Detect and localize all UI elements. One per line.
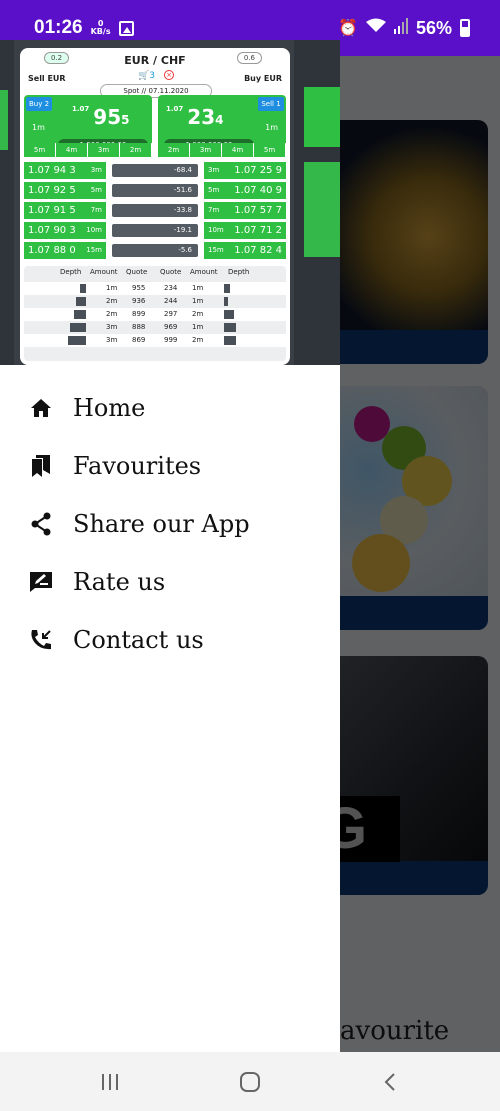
network-speed: 0 KB/s — [90, 19, 111, 36]
signal-icon — [393, 17, 408, 39]
alarm-icon: ⏰ — [338, 20, 358, 37]
cart-icon: 🛒3 — [138, 71, 155, 81]
depth-row: 2m 899 297 2m — [24, 308, 286, 321]
menu-item-label: Share our App — [73, 510, 250, 538]
drawer-menu: Home Favourites Share our App Rate us Co… — [0, 365, 340, 669]
right-spread-pill: 0.6 — [236, 52, 262, 64]
gallery-icon — [118, 20, 134, 36]
menu-item-rate[interactable]: Rate us — [0, 553, 340, 611]
trading-panel-preview: 0.2 EUR / CHF 0.6 Sell EUR 🛒3 × Buy EUR … — [20, 48, 290, 365]
system-nav-bar — [0, 1052, 500, 1111]
menu-item-label: Home — [73, 394, 146, 422]
bookmarks-icon — [28, 453, 54, 479]
battery-icon — [460, 19, 470, 37]
menu-item-label: Contact us — [73, 626, 204, 654]
market-depth-table: Depth Amount Quote Quote Amount Depth 1m… — [24, 266, 286, 361]
menu-item-share[interactable]: Share our App — [0, 495, 340, 553]
sell-tenor-row: 2m 3m 4m 5m — [158, 143, 286, 157]
buy-tenor: 1m — [32, 123, 45, 132]
menu-item-contact[interactable]: Contact us — [0, 611, 340, 669]
sell-tag: Sell 1 — [258, 97, 284, 111]
sell-label: Sell EUR — [28, 74, 66, 83]
home-nav-button[interactable] — [230, 1064, 270, 1100]
phone-callback-icon — [28, 627, 54, 653]
sell-tenor: 1m — [265, 123, 278, 132]
ladder-row: 1.07 88 0 15m -5.6 15m 1.07 82 4 — [24, 242, 286, 260]
battery-percent: 56% — [415, 17, 452, 38]
home-circle-icon — [240, 1072, 260, 1092]
back-button[interactable] — [370, 1064, 410, 1100]
share-icon — [28, 511, 54, 537]
depth-row: 1m 955 234 1m — [24, 282, 286, 295]
depth-header: Depth Amount Quote Quote Amount Depth — [60, 268, 250, 276]
buy-tenor-row: 5m 4m 3m 2m — [24, 143, 152, 157]
buy-label: Buy EUR — [244, 74, 282, 83]
depth-row: 2m 936 244 1m — [24, 295, 286, 308]
status-time: 01:26 — [34, 17, 83, 38]
ladder-row: 1.07 91 5 7m -33.8 7m 1.07 57 7 — [24, 202, 286, 220]
depth-row: 3m 869 999 2m — [24, 334, 286, 347]
buy-tag: Buy 2 — [26, 97, 52, 111]
recents-icon — [102, 1074, 118, 1090]
cancel-icon: × — [164, 70, 174, 80]
menu-item-home[interactable]: Home — [0, 379, 340, 437]
rate-icon — [28, 569, 54, 595]
drawer-header-image: 0.2 EUR / CHF 0.6 Sell EUR 🛒3 × Buy EUR … — [0, 40, 340, 365]
back-chevron-icon — [384, 1073, 395, 1091]
depth-row: 3m 888 969 1m — [24, 321, 286, 334]
status-icons: ⏰ 56% — [338, 0, 470, 56]
ladder-row: 1.07 90 3 10m -19.1 10m 1.07 71 2 — [24, 222, 286, 240]
recents-button[interactable] — [90, 1064, 130, 1100]
ladder-row: 1.07 92 5 5m -51.6 5m 1.07 40 9 — [24, 182, 286, 200]
menu-item-label: Rate us — [73, 568, 166, 596]
ladder-row: 1.07 94 3 3m -68.4 3m 1.07 25 9 — [24, 162, 286, 180]
menu-item-favourites[interactable]: Favourites — [0, 437, 340, 495]
wifi-icon — [365, 18, 386, 39]
menu-item-label: Favourites — [73, 452, 202, 480]
navigation-drawer: 0.2 EUR / CHF 0.6 Sell EUR 🛒3 × Buy EUR … — [0, 40, 340, 1052]
price-ladder: 1.07 94 3 3m -68.4 3m 1.07 25 9 1.07 92 55… — [24, 162, 286, 262]
home-icon — [28, 395, 54, 421]
